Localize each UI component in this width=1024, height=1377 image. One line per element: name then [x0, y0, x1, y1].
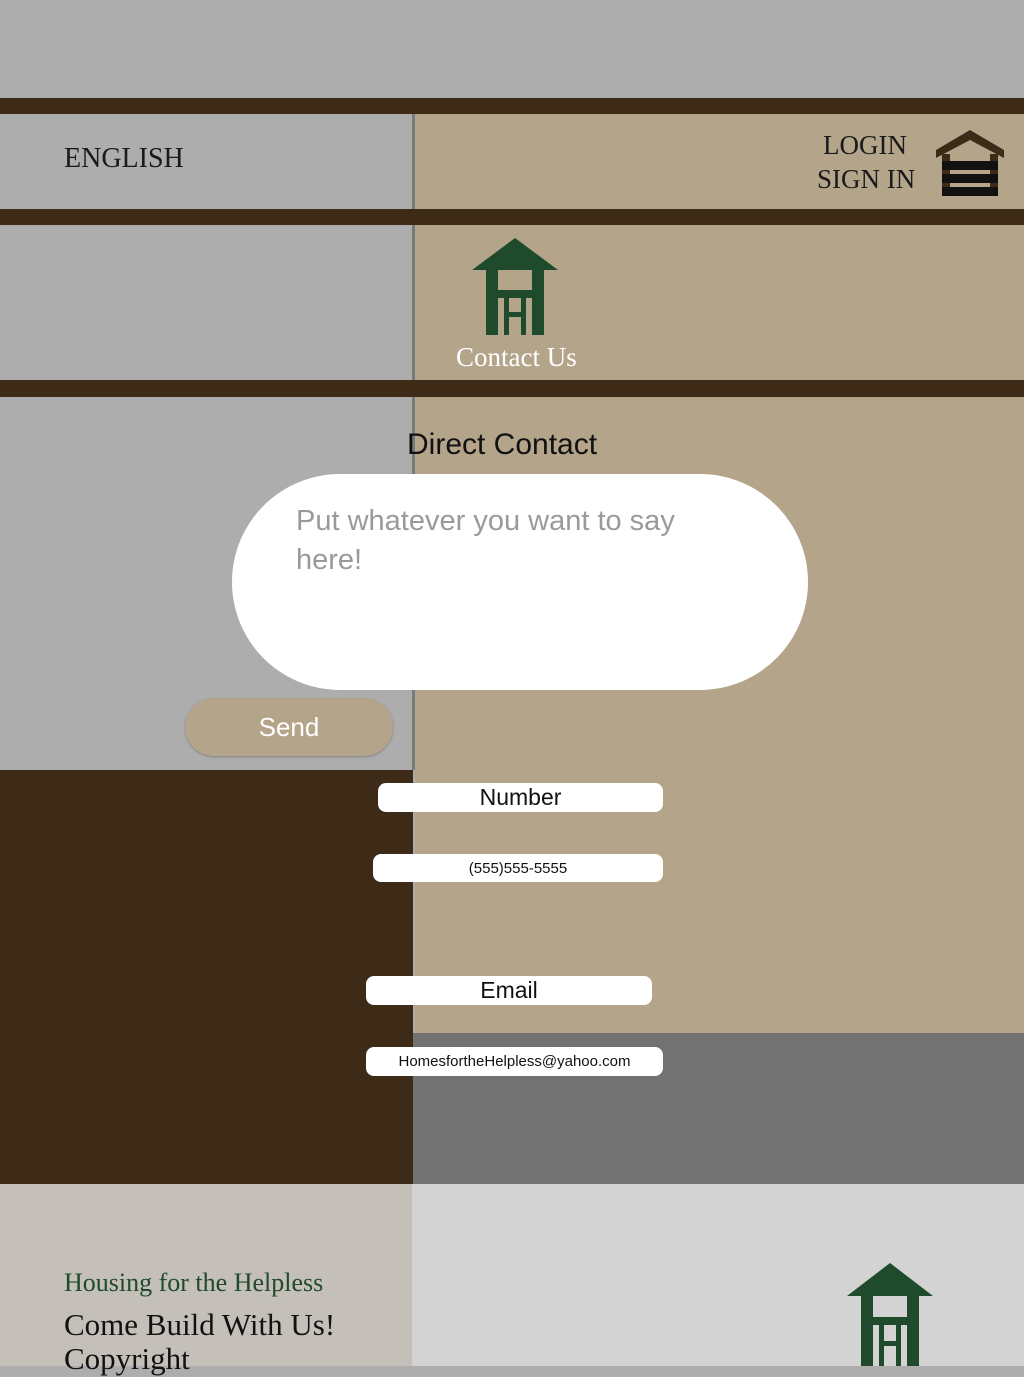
message-input[interactable]: Put whatever you want to say here!: [232, 474, 808, 690]
divider-bar: [0, 380, 1024, 397]
number-value: (555)555-5555: [373, 854, 663, 882]
hero-left-panel: [0, 225, 412, 380]
signin-link[interactable]: SIGN IN: [817, 164, 915, 195]
footer-tagline: Come Build With Us!: [64, 1307, 336, 1342]
email-label: Email: [366, 976, 652, 1005]
top-band: [0, 0, 1024, 98]
home-menu-icon[interactable]: [934, 128, 1006, 198]
gazebo-logo-icon: [472, 238, 558, 335]
login-link[interactable]: LOGIN: [823, 130, 907, 161]
email-value[interactable]: HomesfortheHelpless@yahoo.com: [366, 1047, 663, 1076]
divider-bar: [0, 209, 1024, 225]
footer-org-name: Housing for the Helpless: [64, 1268, 324, 1297]
section-heading: Direct Contact: [407, 428, 598, 461]
lower-left-panel: [0, 770, 413, 1184]
send-button[interactable]: Send: [185, 698, 393, 756]
footer-copyright: Copyright: [64, 1341, 190, 1376]
header-left-panel: [0, 114, 413, 209]
header-right-panel: [415, 114, 1024, 209]
number-label: Number: [378, 783, 663, 812]
page-title: Contact Us: [456, 342, 577, 372]
gazebo-logo-icon: [847, 1263, 933, 1366]
language-selector[interactable]: ENGLISH: [64, 143, 184, 175]
message-placeholder: Put whatever you want to say here!: [296, 505, 675, 576]
divider-bar: [0, 98, 1024, 114]
